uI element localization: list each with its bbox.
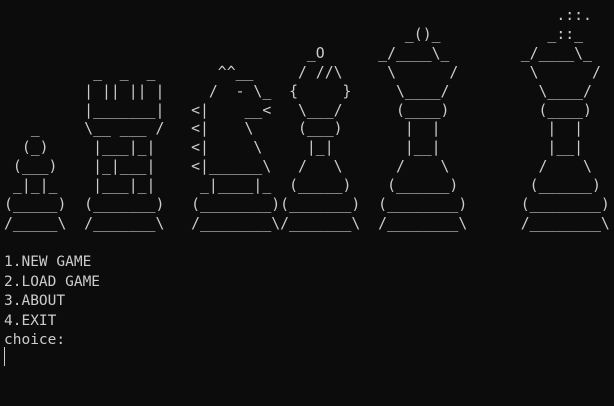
- main-menu: 1.NEW GAME 2.LOAD GAME 3.ABOUT 4.EXIT ch…: [4, 253, 100, 351]
- menu-item-new-game: 1.NEW GAME: [4, 254, 92, 270]
- menu-item-load-game: 2.LOAD GAME: [4, 273, 101, 290]
- choice-prompt: choice:: [4, 332, 66, 349]
- chess-pieces-ascii-art: .::. _()_ _::_ _O _/____\_ _/____\_ _ _ …: [4, 7, 610, 232]
- menu-item-exit: 4.EXIT: [4, 312, 57, 329]
- text-cursor[interactable]: [4, 347, 5, 366]
- console-window[interactable]: .::. _()_ _::_ _O _/____\_ _/____\_ _ _ …: [0, 0, 614, 406]
- menu-item-about: 3.ABOUT: [4, 293, 66, 310]
